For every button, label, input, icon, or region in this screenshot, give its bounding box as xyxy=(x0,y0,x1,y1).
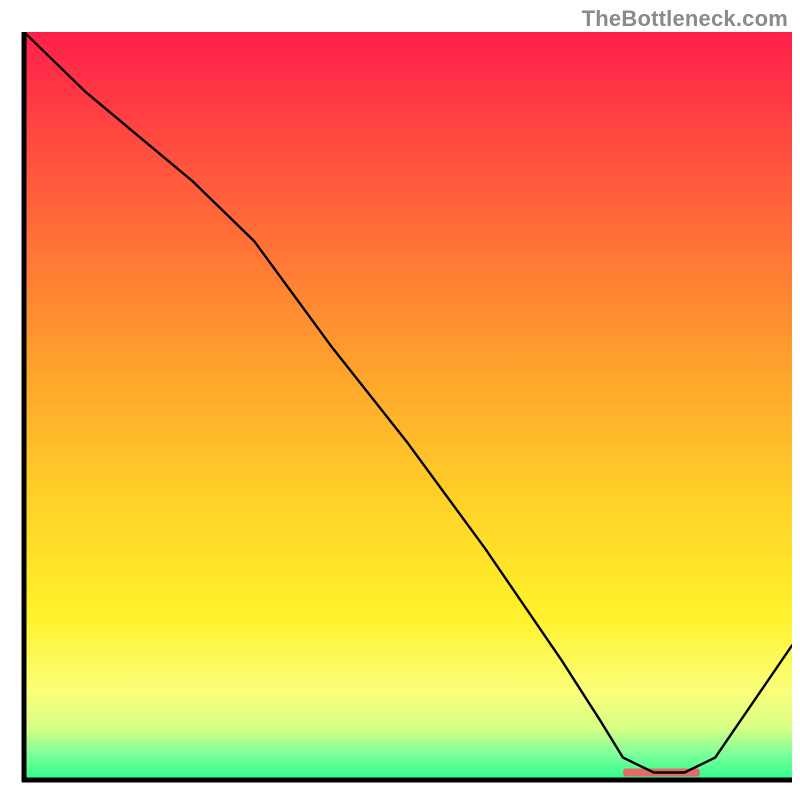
gradient-background xyxy=(24,32,792,780)
bottleneck-chart xyxy=(0,0,800,800)
chart-container: TheBottleneck.com xyxy=(0,0,800,800)
